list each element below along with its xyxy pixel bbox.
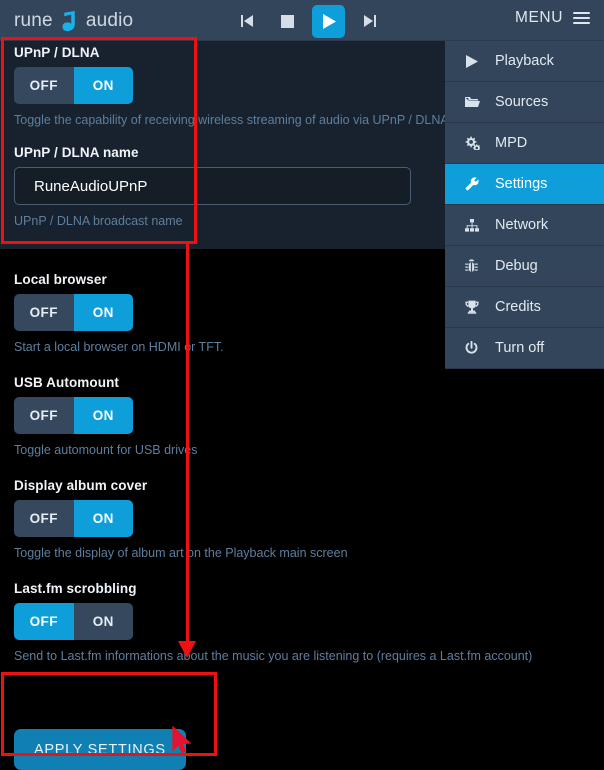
sidebar-label-network: Network xyxy=(495,217,549,233)
logo-word-rune: rune xyxy=(14,10,53,31)
local-browser-off-option[interactable]: OFF xyxy=(14,294,74,331)
apply-settings-button[interactable]: APPLY SETTINGS xyxy=(14,729,186,770)
sidebar-item-sources[interactable]: Sources xyxy=(445,82,604,123)
sidebar-item-playback[interactable]: Playback xyxy=(445,41,604,82)
setting-lastfm-scrobbling: Last.fm scrobbling OFF ON Send to Last.f… xyxy=(14,581,532,663)
annotation-arrow-down-icon xyxy=(178,641,196,658)
usb-automount-toggle[interactable]: OFF ON xyxy=(14,397,133,434)
setting-local-browser: Local browser OFF ON Start a local brows… xyxy=(14,272,224,354)
stop-button[interactable] xyxy=(272,5,302,38)
usb-automount-off-option[interactable]: OFF xyxy=(14,397,74,434)
next-track-button[interactable] xyxy=(355,5,385,38)
sidebar-label-playback: Playback xyxy=(495,53,554,69)
upnp-dlna-off-option[interactable]: OFF xyxy=(14,67,74,104)
app-header: rune audio MENU xyxy=(0,0,604,41)
sidebar-label-sources: Sources xyxy=(495,94,549,110)
transport-controls xyxy=(232,4,385,38)
sidebar-label-turn-off: Turn off xyxy=(495,340,545,356)
annotation-connector-line xyxy=(186,244,189,644)
bug-icon xyxy=(465,259,491,273)
sidebar-item-debug[interactable]: Debug xyxy=(445,246,604,287)
sidebar-item-network[interactable]: Network xyxy=(445,205,604,246)
mouse-cursor-icon xyxy=(172,725,194,754)
album-cover-label: Display album cover xyxy=(14,478,148,493)
menu-toggle-button[interactable]: MENU xyxy=(515,9,590,27)
usb-automount-help: Toggle automount for USB drives xyxy=(14,443,198,457)
main-menu-sidebar: Playback Sources MPD Settings Network De… xyxy=(445,41,604,369)
setting-upnp-dlna: UPnP / DLNA OFF ON Toggle the capability… xyxy=(14,45,449,127)
sidebar-label-mpd: MPD xyxy=(495,135,528,151)
wrench-icon xyxy=(465,177,491,191)
local-browser-toggle[interactable]: OFF ON xyxy=(14,294,133,331)
sidebar-label-settings: Settings xyxy=(495,176,548,192)
lastfm-off-option[interactable]: OFF xyxy=(14,603,74,640)
lastfm-toggle[interactable]: OFF ON xyxy=(14,603,133,640)
album-cover-on-option[interactable]: ON xyxy=(73,500,133,537)
power-icon xyxy=(465,341,491,355)
setting-upnp-name: UPnP / DLNA name UPnP / DLNA broadcast n… xyxy=(14,145,411,228)
upnp-name-input[interactable] xyxy=(14,167,411,205)
local-browser-label: Local browser xyxy=(14,272,107,287)
logo-word-audio: audio xyxy=(85,10,134,31)
trophy-icon xyxy=(465,300,491,314)
runeaudio-logo[interactable]: rune audio xyxy=(14,9,133,32)
setting-display-album-cover: Display album cover OFF ON Toggle the di… xyxy=(14,478,348,560)
sidebar-label-credits: Credits xyxy=(495,299,541,315)
folder-open-icon xyxy=(465,96,491,108)
runeaudio-logo-icon xyxy=(59,10,80,33)
lastfm-help: Send to Last.fm informations about the m… xyxy=(14,649,533,663)
usb-automount-on-option[interactable]: ON xyxy=(73,397,133,434)
sidebar-label-debug: Debug xyxy=(495,258,538,274)
previous-track-button[interactable] xyxy=(232,5,262,38)
sidebar-item-turn-off[interactable]: Turn off xyxy=(445,328,604,369)
album-cover-help: Toggle the display of album art on the P… xyxy=(14,546,348,560)
upnp-dlna-help: Toggle the capability of receiving wirel… xyxy=(14,113,449,127)
usb-automount-label: USB Automount xyxy=(14,375,120,390)
upnp-dlna-label: UPnP / DLNA xyxy=(14,45,100,60)
gears-icon xyxy=(465,136,491,150)
menu-label: MENU xyxy=(514,9,563,26)
sidebar-item-mpd[interactable]: MPD xyxy=(445,123,604,164)
upnp-dlna-on-option[interactable]: ON xyxy=(73,67,133,104)
setting-usb-automount: USB Automount OFF ON Toggle automount fo… xyxy=(14,375,197,457)
sitemap-icon xyxy=(465,218,491,232)
play-icon xyxy=(465,54,491,68)
play-button[interactable] xyxy=(312,4,345,38)
hamburger-icon xyxy=(573,9,590,27)
album-cover-toggle[interactable]: OFF ON xyxy=(14,500,133,537)
upnp-dlna-toggle[interactable]: OFF ON xyxy=(14,67,133,104)
upnp-name-label: UPnP / DLNA name xyxy=(14,145,139,160)
lastfm-label: Last.fm scrobbling xyxy=(14,581,137,596)
upnp-name-help: UPnP / DLNA broadcast name xyxy=(14,214,183,228)
lastfm-on-option[interactable]: ON xyxy=(73,603,133,640)
local-browser-help: Start a local browser on HDMI or TFT. xyxy=(14,340,224,354)
sidebar-item-settings[interactable]: Settings xyxy=(445,164,604,205)
local-browser-on-option[interactable]: ON xyxy=(73,294,133,331)
album-cover-off-option[interactable]: OFF xyxy=(14,500,74,537)
sidebar-item-credits[interactable]: Credits xyxy=(445,287,604,328)
